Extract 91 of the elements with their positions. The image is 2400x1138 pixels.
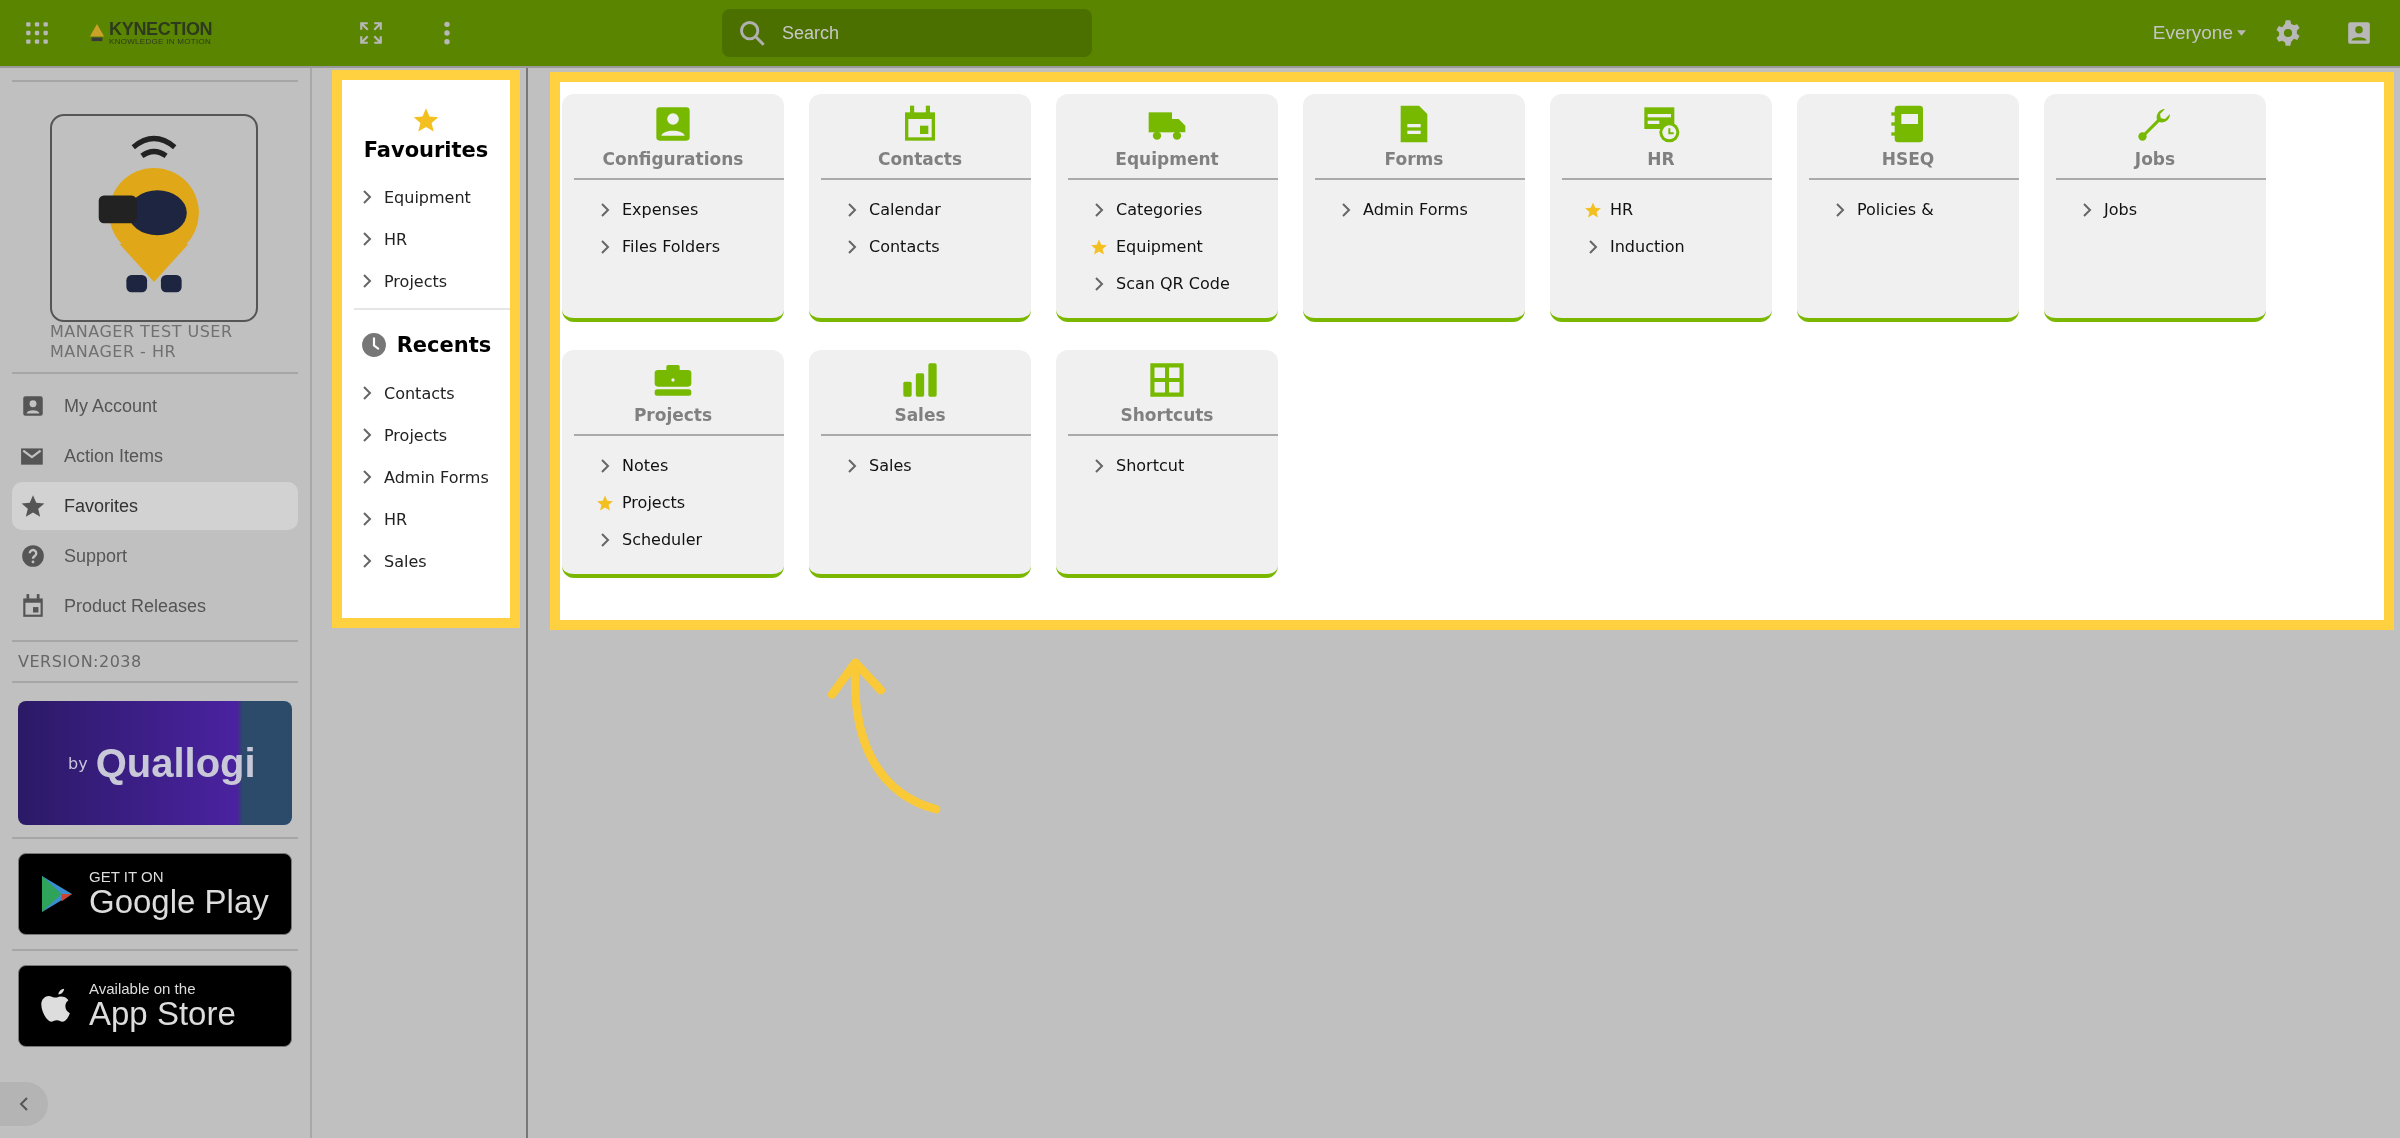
settings-icon[interactable] <box>2274 19 2302 47</box>
sidebar-item[interactable]: My Account <box>12 382 298 430</box>
favourite-link[interactable]: Projects <box>342 260 510 302</box>
recent-link[interactable]: Projects <box>342 414 510 456</box>
chevron-icon <box>1094 276 1104 291</box>
card-title: Contacts <box>877 149 963 169</box>
recent-link[interactable]: Admin Forms <box>342 456 510 498</box>
recent-link[interactable]: HR <box>342 498 510 540</box>
module-link[interactable]: Shortcut <box>1094 450 1278 481</box>
chevron-icon <box>1094 202 1104 217</box>
module-link[interactable]: Jobs <box>2082 194 2266 225</box>
chevron-icon <box>2082 202 2092 217</box>
search-field[interactable]: Search <box>722 9 1092 57</box>
module-link[interactable]: Projects <box>596 487 784 518</box>
chevron-icon <box>847 458 857 473</box>
module-link[interactable]: Notes <box>600 450 784 481</box>
bar-chart-icon <box>900 360 940 400</box>
chevron-icon <box>362 190 372 204</box>
collapse-button[interactable] <box>0 1082 48 1126</box>
card-title: Configurations <box>602 149 744 169</box>
more-icon[interactable] <box>442 20 452 46</box>
grid-icon <box>1147 360 1187 400</box>
logo-name: KYNECTION <box>109 20 213 38</box>
chevron-icon <box>362 232 372 246</box>
chevron-icon <box>600 458 610 473</box>
sidebar-item[interactable]: Product Releases <box>12 582 298 630</box>
chevron-icon <box>362 386 372 400</box>
card-title: HSEQ <box>1881 149 1935 169</box>
search-icon <box>738 19 766 47</box>
chevron-icon <box>1094 458 1104 473</box>
user-role: MANAGER - HR <box>50 342 177 362</box>
module-link[interactable]: Scan QR Code <box>1094 268 1278 299</box>
module-link[interactable]: Scheduler <box>600 524 784 555</box>
apps-grid-icon[interactable] <box>24 20 50 46</box>
account-icon <box>20 393 46 419</box>
account-icon[interactable] <box>2346 20 2372 46</box>
card-title: HR <box>1647 149 1675 169</box>
clock-icon <box>360 332 387 358</box>
caret-icon <box>2237 30 2246 36</box>
module-link[interactable]: Categories <box>1094 194 1278 225</box>
module-link[interactable]: Induction <box>1588 231 1772 262</box>
card-title: Projects <box>633 405 713 425</box>
star-icon <box>412 106 440 134</box>
recent-link[interactable]: Contacts <box>342 372 510 414</box>
chevron-icon <box>362 428 372 442</box>
favourites-heading: Favourites <box>363 138 489 162</box>
module-link[interactable]: HR <box>1584 194 1772 225</box>
module-link[interactable]: Sales <box>847 450 1031 481</box>
module-link[interactable]: Contacts <box>847 231 1031 262</box>
expand-icon[interactable] <box>358 20 384 46</box>
help-icon <box>20 543 46 569</box>
chevron-icon <box>600 239 610 254</box>
person-badge-icon <box>653 104 693 144</box>
chevron-left-icon <box>19 1097 29 1111</box>
recent-link[interactable]: Sales <box>342 540 510 582</box>
chevron-icon <box>1835 202 1845 217</box>
favourite-link[interactable]: Equipment <box>342 176 510 218</box>
module-link[interactable]: Equipment <box>1090 231 1278 262</box>
user-name: MANAGER TEST USER <box>50 322 233 342</box>
chevron-icon <box>600 202 610 217</box>
module-link[interactable]: Calendar <box>847 194 1031 225</box>
module-link[interactable]: Expenses <box>600 194 784 225</box>
module-link[interactable]: Policies & <box>1835 194 2019 225</box>
sidebar-item[interactable]: Action Items <box>12 432 298 480</box>
chevron-icon <box>847 202 857 217</box>
card-title: Shortcuts <box>1120 405 1214 425</box>
app-store-badge[interactable]: Available on the App Store <box>18 965 292 1047</box>
logo-tagline: KNOWLEDGE IN MOTION <box>109 38 213 46</box>
chevron-icon <box>362 554 372 568</box>
chevron-icon <box>362 274 372 288</box>
module-link[interactable]: Admin Forms <box>1341 194 1525 225</box>
calendar-icon <box>20 593 46 619</box>
card-title: Jobs <box>2134 149 2176 169</box>
recents-heading: Recents <box>396 333 492 357</box>
chevron-icon <box>600 532 610 547</box>
module-link[interactable]: Files Folders <box>600 231 784 262</box>
chevron-icon <box>1588 239 1598 254</box>
calendar-clock-icon <box>1641 104 1681 144</box>
version-label: VERSION:2038 <box>17 651 143 673</box>
google-play-badge[interactable]: GET IT ON Google Play <box>18 853 292 935</box>
chevron-icon <box>847 239 857 254</box>
card-title: Forms <box>1384 149 1444 169</box>
card-title: Sales <box>894 405 946 425</box>
star-icon <box>20 493 46 519</box>
sidebar-item[interactable]: Favorites <box>12 482 298 530</box>
chevron-icon <box>362 470 372 484</box>
card-title: Equipment <box>1115 149 1219 169</box>
sidebar-item[interactable]: Support <box>12 532 298 580</box>
favourite-link[interactable]: HR <box>342 218 510 260</box>
chevron-icon <box>1341 202 1351 217</box>
chevron-icon <box>362 512 372 526</box>
